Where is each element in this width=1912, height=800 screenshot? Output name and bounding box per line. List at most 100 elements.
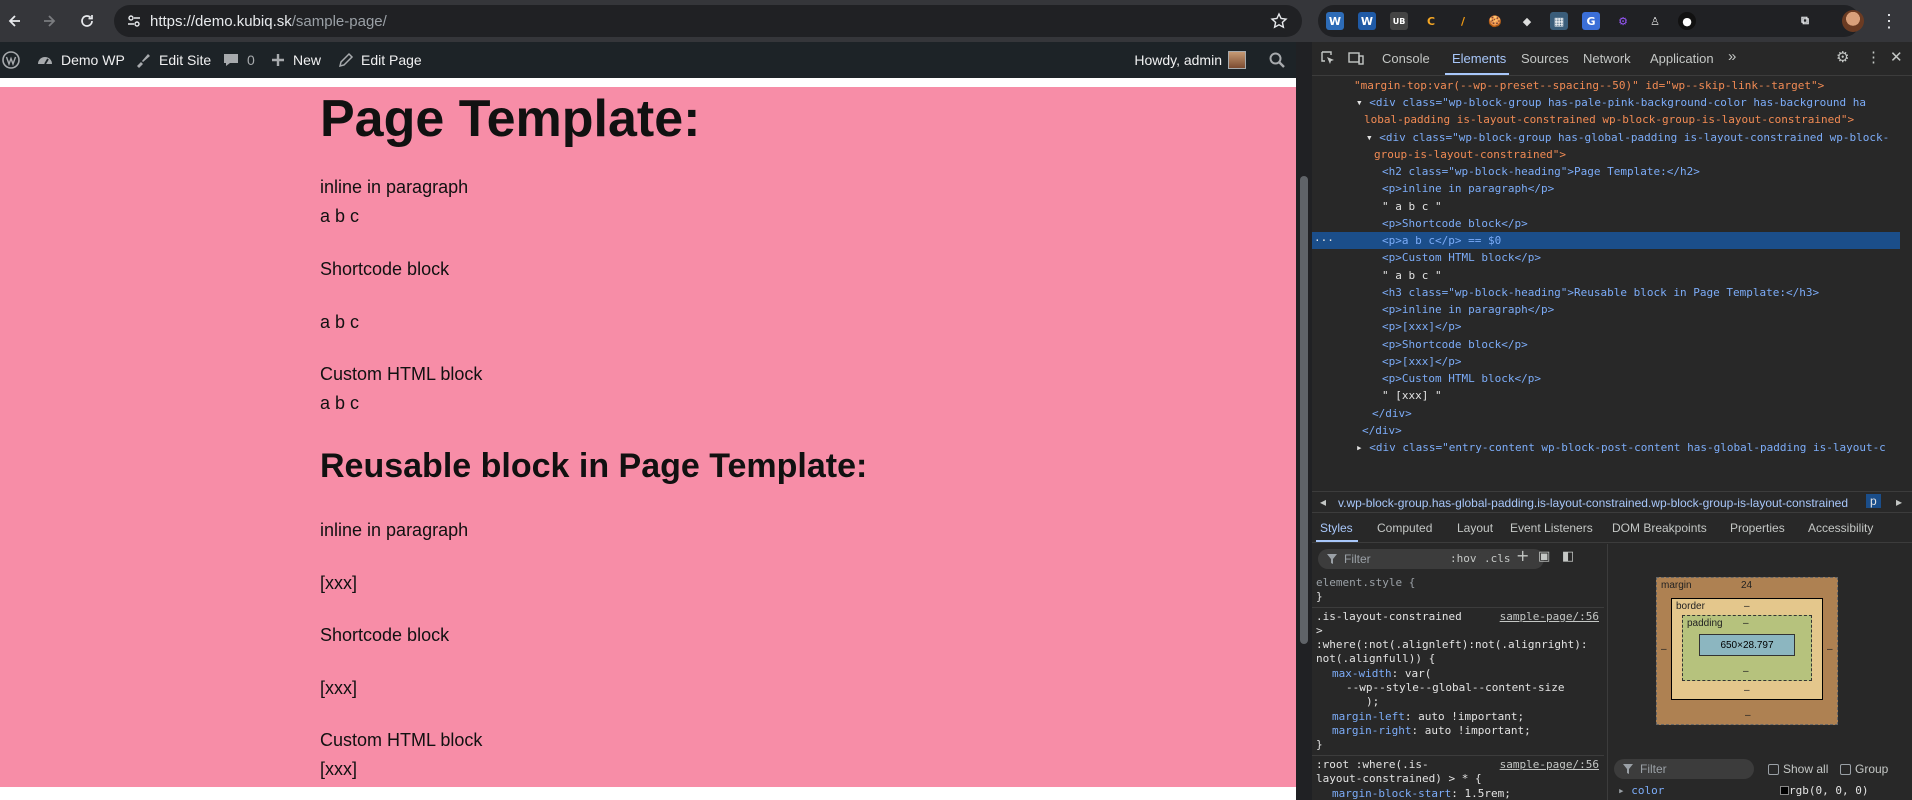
dom-line[interactable]: group-is-layout-constrained"> <box>1312 146 1900 163</box>
wordpress-logo-icon[interactable] <box>2 42 20 78</box>
show-all-checkbox[interactable]: Show all <box>1768 762 1828 776</box>
dom-line[interactable]: <p>[xxx]</p> <box>1312 318 1900 335</box>
dom-line[interactable]: <p>Custom HTML block</p> <box>1312 249 1900 266</box>
group-checkbox[interactable]: Group <box>1840 762 1888 776</box>
tab-layout[interactable]: Layout <box>1457 521 1493 535</box>
tab-computed[interactable]: Computed <box>1377 521 1432 535</box>
dashboard-icon <box>38 57 52 65</box>
device-toolbar-icon[interactable] <box>1348 50 1364 66</box>
tab-sources[interactable]: Sources <box>1521 51 1569 66</box>
extension-icon[interactable]: ◆ <box>1518 12 1536 30</box>
dom-line[interactable]: ▸ <div class="entry-content wp-block-pos… <box>1312 439 1900 456</box>
site-name-menu[interactable]: Demo WP <box>36 42 125 78</box>
edit-page-link[interactable]: Edit Page <box>338 42 422 78</box>
devtools-menu-icon[interactable]: ⋮ <box>1866 50 1881 66</box>
css-declaration[interactable]: margin-left: auto !important; <box>1332 710 1524 725</box>
tab-elements[interactable]: Elements <box>1452 51 1506 66</box>
dom-line[interactable]: </div> <box>1312 422 1900 439</box>
url-text[interactable]: https://demo.kubiq.sk/sample-page/ <box>150 13 387 30</box>
css-declaration[interactable]: margin-block-start: 1.5rem; <box>1332 787 1511 800</box>
dom-line[interactable]: " a b c " <box>1312 267 1900 284</box>
box-model-content[interactable]: 650×28.797 <box>1699 634 1795 656</box>
cls-toggle[interactable]: .cls <box>1484 552 1511 567</box>
profile-avatar[interactable] <box>1842 10 1864 32</box>
extension-icon[interactable]: ⚙ <box>1614 12 1632 30</box>
extension-icon[interactable]: G <box>1582 12 1600 30</box>
dom-line[interactable]: <p>[xxx]</p> <box>1312 353 1900 370</box>
page-scrollbar[interactable] <box>1296 78 1312 800</box>
reload-icon[interactable] <box>76 10 98 32</box>
forward-icon[interactable] <box>38 10 60 32</box>
tab-properties[interactable]: Properties <box>1730 521 1785 535</box>
comments-link[interactable]: 0 <box>222 42 255 78</box>
extension-icon[interactable]: W <box>1358 12 1376 30</box>
new-content-link[interactable]: New <box>270 42 321 78</box>
dom-line[interactable]: <h3 class="wp-block-heading">Reusable bl… <box>1312 284 1900 301</box>
element-style-selector[interactable]: element.style { <box>1316 576 1415 591</box>
box-model-margin[interactable]: margin 24 – – – border – – padding – – 6… <box>1656 577 1838 725</box>
hov-toggle[interactable]: :hov <box>1450 552 1477 567</box>
dom-line-selected[interactable]: ··· <p>a b c</p> == $0 <box>1312 232 1900 249</box>
tab-console[interactable]: Console <box>1382 51 1430 66</box>
edit-site-link[interactable]: Edit Site <box>134 42 211 78</box>
extension-icon[interactable]: / <box>1454 12 1472 30</box>
tab-styles[interactable]: Styles <box>1320 521 1353 535</box>
toggle-sidebar-icon[interactable]: ◧ <box>1562 549 1574 565</box>
breadcrumb-current[interactable]: p <box>1866 494 1881 508</box>
address-bar[interactable]: https://demo.kubiq.sk/sample-page/ <box>114 5 1302 37</box>
dom-line[interactable]: lobal-padding is-layout-constrained wp-b… <box>1312 111 1900 128</box>
search-icon[interactable] <box>1268 51 1286 69</box>
rule1-selector[interactable]: .is-layout-constrained <box>1316 610 1462 625</box>
computed-row-color[interactable]: ▸ color <box>1618 784 1664 797</box>
extension-icon[interactable]: W <box>1326 12 1344 30</box>
extension-icon[interactable]: UB <box>1390 12 1408 30</box>
dom-line[interactable]: <p>inline in paragraph</p> <box>1312 180 1900 197</box>
tab-accessibility[interactable]: Accessibility <box>1808 521 1873 535</box>
dom-line[interactable]: ▾ <div class="wp-block-group has-pale-pi… <box>1312 94 1900 111</box>
breadcrumb-right-icon[interactable]: ▸ <box>1896 495 1902 509</box>
dom-line[interactable]: <p>Shortcode block</p> <box>1312 336 1900 353</box>
dom-line[interactable]: ▾ <div class="wp-block-group has-global-… <box>1312 129 1900 146</box>
rule1-source-link[interactable]: sample-page/:56 <box>1500 610 1599 625</box>
dom-line[interactable]: <p>Custom HTML block</p> <box>1312 370 1900 387</box>
extension-icon[interactable]: 🍪 <box>1486 12 1504 30</box>
extension-icon[interactable]: ♙ <box>1646 12 1664 30</box>
extensions-puzzle-icon[interactable]: ⧉ <box>1796 12 1814 30</box>
tab-network[interactable]: Network <box>1583 51 1631 66</box>
bookmark-star-icon[interactable] <box>1270 12 1288 30</box>
new-rule-icon[interactable]: + <box>1516 548 1529 564</box>
computed-filter-input[interactable]: Filter <box>1614 759 1754 779</box>
my-account-menu[interactable]: Howdy, admin <box>1134 42 1246 78</box>
rule2-selector[interactable]: :root :where(.is- <box>1316 758 1429 773</box>
more-tabs-icon[interactable]: » <box>1728 49 1736 65</box>
dom-line[interactable]: " [xxx] " <box>1312 387 1900 404</box>
tab-dom-breakpoints[interactable]: DOM Breakpoints <box>1612 521 1707 535</box>
dom-line[interactable]: " a b c " <box>1312 198 1900 215</box>
extension-icon[interactable]: ▦ <box>1550 12 1568 30</box>
dom-line[interactable]: <p>inline in paragraph</p> <box>1312 301 1900 318</box>
color-format-icon[interactable]: ▣ <box>1538 549 1550 565</box>
css-declaration[interactable]: max-width: var( <box>1332 667 1431 682</box>
site-settings-icon[interactable] <box>126 13 142 29</box>
box-model-border[interactable]: border – – padding – – 650×28.797 <box>1671 598 1823 700</box>
browser-menu-icon[interactable]: ⋮ <box>1880 12 1898 30</box>
tab-event-listeners[interactable]: Event Listeners <box>1510 521 1593 535</box>
dom-tree[interactable]: "margin-top:var(--wp--preset--spacing--5… <box>1312 77 1900 491</box>
dom-line[interactable]: <h2 class="wp-block-heading">Page Templa… <box>1312 163 1900 180</box>
inspect-element-icon[interactable] <box>1320 50 1336 66</box>
settings-gear-icon[interactable]: ⚙ <box>1836 50 1849 66</box>
extension-icon[interactable]: ● <box>1678 12 1696 30</box>
breadcrumb-left-icon[interactable]: ◂ <box>1320 495 1326 509</box>
breadcrumb-path[interactable]: v.wp-block-group.has-global-padding.is-l… <box>1338 496 1858 510</box>
tab-application[interactable]: Application <box>1650 51 1714 66</box>
rule2-source-link[interactable]: sample-page/:56 <box>1500 758 1599 773</box>
extension-icon[interactable]: C <box>1422 12 1440 30</box>
dom-line[interactable]: "margin-top:var(--wp--preset--spacing--5… <box>1312 77 1900 94</box>
close-devtools-icon[interactable]: ✕ <box>1890 50 1903 66</box>
page-scrollbar-thumb[interactable] <box>1300 176 1308 644</box>
box-model-padding[interactable]: padding – – 650×28.797 <box>1682 615 1812 681</box>
dom-line[interactable]: <p>Shortcode block</p> <box>1312 215 1900 232</box>
css-declaration[interactable]: margin-right: auto !important; <box>1332 724 1531 739</box>
back-icon[interactable] <box>4 10 26 32</box>
dom-line[interactable]: </div> <box>1312 405 1900 422</box>
